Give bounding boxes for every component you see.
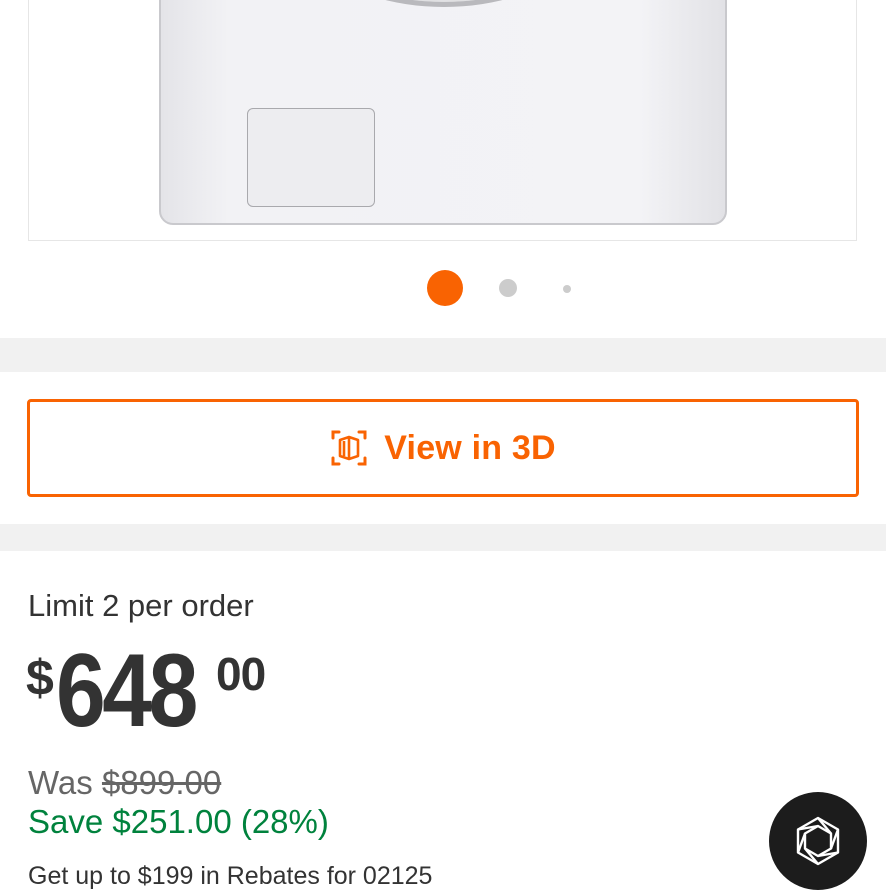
carousel-dot[interactable]: [563, 285, 571, 293]
chat-assistant-button[interactable]: [769, 792, 867, 890]
carousel-dot[interactable]: [499, 279, 517, 297]
carousel-dot-active[interactable]: [427, 270, 463, 306]
was-price-line: Was $899.00: [28, 764, 221, 802]
carousel-dots: [0, 270, 886, 306]
rebate-link[interactable]: Get up to $199 in Rebates for 02125: [28, 862, 432, 891]
purchase-limit: Limit 2 per order: [28, 588, 254, 623]
price-cents: 00: [216, 648, 266, 700]
washer-panel: [247, 108, 375, 207]
price-dollars: 648: [56, 633, 198, 749]
view-in-3d-label: View in 3D: [384, 428, 556, 467]
price-currency: $: [26, 650, 54, 706]
view-3d-section: View in 3D: [0, 372, 886, 524]
product-image-card: [0, 0, 886, 338]
product-image[interactable]: [28, 0, 857, 241]
section-divider: [0, 524, 886, 551]
was-price: $899.00: [101, 764, 222, 801]
section-divider: [0, 338, 886, 372]
chat-assistant-icon: [796, 816, 840, 866]
view-3d-icon: [331, 430, 367, 466]
washer-body: [159, 0, 727, 225]
washer-door: [249, 0, 639, 7]
view-in-3d-button[interactable]: View in 3D: [27, 399, 859, 497]
was-label: Was: [28, 764, 93, 801]
savings-text: Save $251.00 (28%): [28, 803, 329, 840]
price-section: Limit 2 per order $ 648 00 Was $899.00 S…: [0, 551, 886, 890]
